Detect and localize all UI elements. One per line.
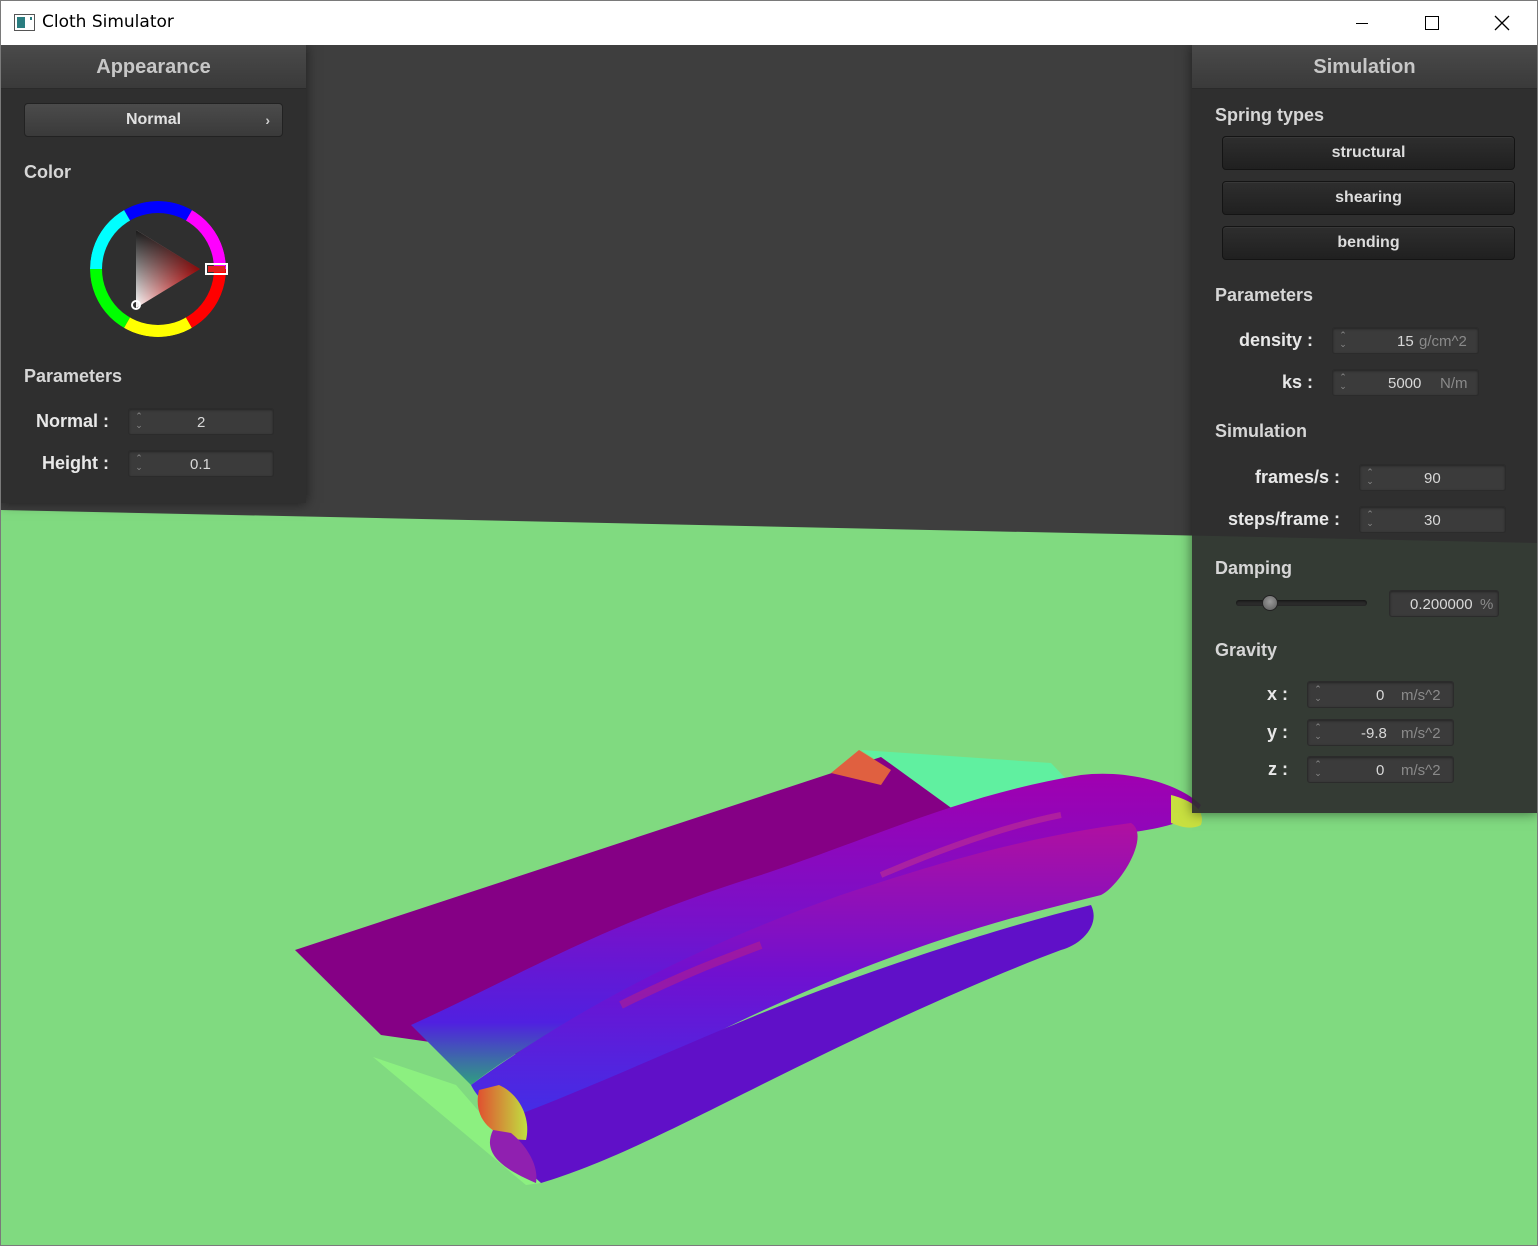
damping-slider-track — [1236, 600, 1367, 606]
close-icon — [1494, 15, 1510, 31]
stepper-arrows-icon[interactable]: ⌃ ⌄ — [1339, 373, 1347, 392]
damping-value: 0.200000 — [1410, 596, 1473, 613]
stepper-arrows-icon[interactable]: ⌃ ⌄ — [1314, 760, 1322, 779]
maximize-button[interactable] — [1397, 1, 1467, 45]
app-icon — [14, 14, 35, 31]
gravity-z-stepper[interactable]: ⌃ ⌄ 0 m/s^2 — [1307, 756, 1454, 783]
normal-stepper[interactable]: ⌃ ⌄ 2 — [128, 408, 274, 435]
damping-unit: % — [1480, 596, 1494, 613]
color-section-label: Color — [24, 162, 71, 182]
gravity-label: Gravity — [1215, 640, 1278, 660]
sim-params-label: Parameters — [1215, 285, 1314, 305]
simulation-header[interactable]: Simulation — [1192, 45, 1537, 89]
close-button[interactable] — [1467, 1, 1537, 45]
steps-value: 30 — [1424, 512, 1441, 529]
gravity-z-value: 0 — [1376, 762, 1385, 779]
density-unit: g/cm^2 — [1419, 333, 1467, 350]
gravity-x-stepper[interactable]: ⌃ ⌄ 0 m/s^2 — [1307, 681, 1454, 708]
normal-value: 2 — [197, 414, 206, 431]
spring-types-label: Spring types — [1215, 105, 1325, 125]
title-bar[interactable]: Cloth Simulator — [1, 1, 1537, 45]
shader-dropdown-label: Normal — [125, 111, 182, 128]
fps-stepper[interactable]: ⌃ ⌄ 90 — [1359, 464, 1506, 491]
stepper-arrows-icon[interactable]: ⌃ ⌄ — [1314, 723, 1322, 742]
appearance-panel: Appearance Normal › Color Parameters Nor… — [1, 45, 306, 503]
fps-value: 90 — [1424, 470, 1441, 487]
height-label: Height : — [42, 453, 109, 473]
ks-value: 5000 — [1388, 375, 1422, 392]
gravity-z-label: z : — [1268, 759, 1288, 779]
damping-field[interactable]: 0.200000 % — [1389, 590, 1499, 617]
steps-label: steps/frame : — [1227, 509, 1340, 529]
normal-label: Normal : — [35, 411, 109, 431]
appearance-params-label: Parameters — [24, 366, 123, 386]
gravity-y-label: y : — [1266, 722, 1288, 742]
structural-toggle[interactable]: structural — [1222, 136, 1515, 170]
simulation-section-label: Simulation — [1215, 421, 1308, 441]
height-value: 0.1 — [190, 456, 211, 473]
damping-label: Damping — [1215, 558, 1293, 578]
gravity-z-unit: m/s^2 — [1401, 762, 1441, 779]
density-value: 15 — [1397, 333, 1414, 350]
steps-stepper[interactable]: ⌃ ⌄ 30 — [1359, 506, 1506, 533]
stepper-arrows-icon[interactable]: ⌃ ⌄ — [1366, 510, 1374, 529]
damping-slider-handle[interactable] — [1262, 595, 1278, 611]
color-wheel[interactable] — [88, 199, 228, 339]
ks-unit: N/m — [1440, 375, 1468, 392]
stepper-arrows-icon[interactable]: ⌃ ⌄ — [135, 412, 143, 431]
ks-stepper[interactable]: ⌃ ⌄ 5000 N/m — [1332, 369, 1479, 396]
chevron-right-icon: › — [265, 112, 270, 128]
shearing-toggle[interactable]: shearing — [1222, 181, 1515, 215]
gravity-y-unit: m/s^2 — [1401, 725, 1441, 742]
gravity-y-value: -9.8 — [1361, 725, 1387, 742]
ks-label: ks : — [1281, 372, 1313, 392]
stepper-arrows-icon[interactable]: ⌃ ⌄ — [1314, 685, 1322, 704]
minimize-button[interactable] — [1327, 1, 1397, 45]
simulation-panel: Simulation Spring types structural shear… — [1192, 45, 1537, 813]
stepper-arrows-icon[interactable]: ⌃ ⌄ — [135, 454, 143, 473]
maximize-icon — [1425, 16, 1439, 30]
3d-viewport[interactable]: Appearance Normal › Color Parameters Nor… — [1, 45, 1537, 1245]
stepper-arrows-icon[interactable]: ⌃ ⌄ — [1366, 468, 1374, 487]
fps-label: frames/s : — [1254, 467, 1340, 487]
bending-toggle[interactable]: bending — [1222, 226, 1515, 260]
density-stepper[interactable]: ⌃ ⌄ 15 g/cm^2 — [1332, 327, 1479, 354]
gravity-y-stepper[interactable]: ⌃ ⌄ -9.8 m/s^2 — [1307, 719, 1454, 746]
stepper-arrows-icon[interactable]: ⌃ ⌄ — [1339, 331, 1347, 350]
shader-dropdown[interactable]: Normal › — [24, 103, 283, 137]
height-stepper[interactable]: ⌃ ⌄ 0.1 — [128, 450, 274, 477]
gravity-x-label: x : — [1266, 684, 1288, 704]
density-label: density : — [1238, 330, 1313, 350]
appearance-header[interactable]: Appearance — [1, 45, 306, 89]
minimize-icon — [1356, 22, 1368, 24]
app-window: Cloth Simulator Appearance Normal › Colo… — [0, 0, 1538, 1246]
window-title: Cloth Simulator — [42, 12, 174, 32]
damping-slider[interactable] — [1236, 595, 1367, 611]
gravity-x-value: 0 — [1376, 687, 1385, 704]
gravity-x-unit: m/s^2 — [1401, 687, 1441, 704]
